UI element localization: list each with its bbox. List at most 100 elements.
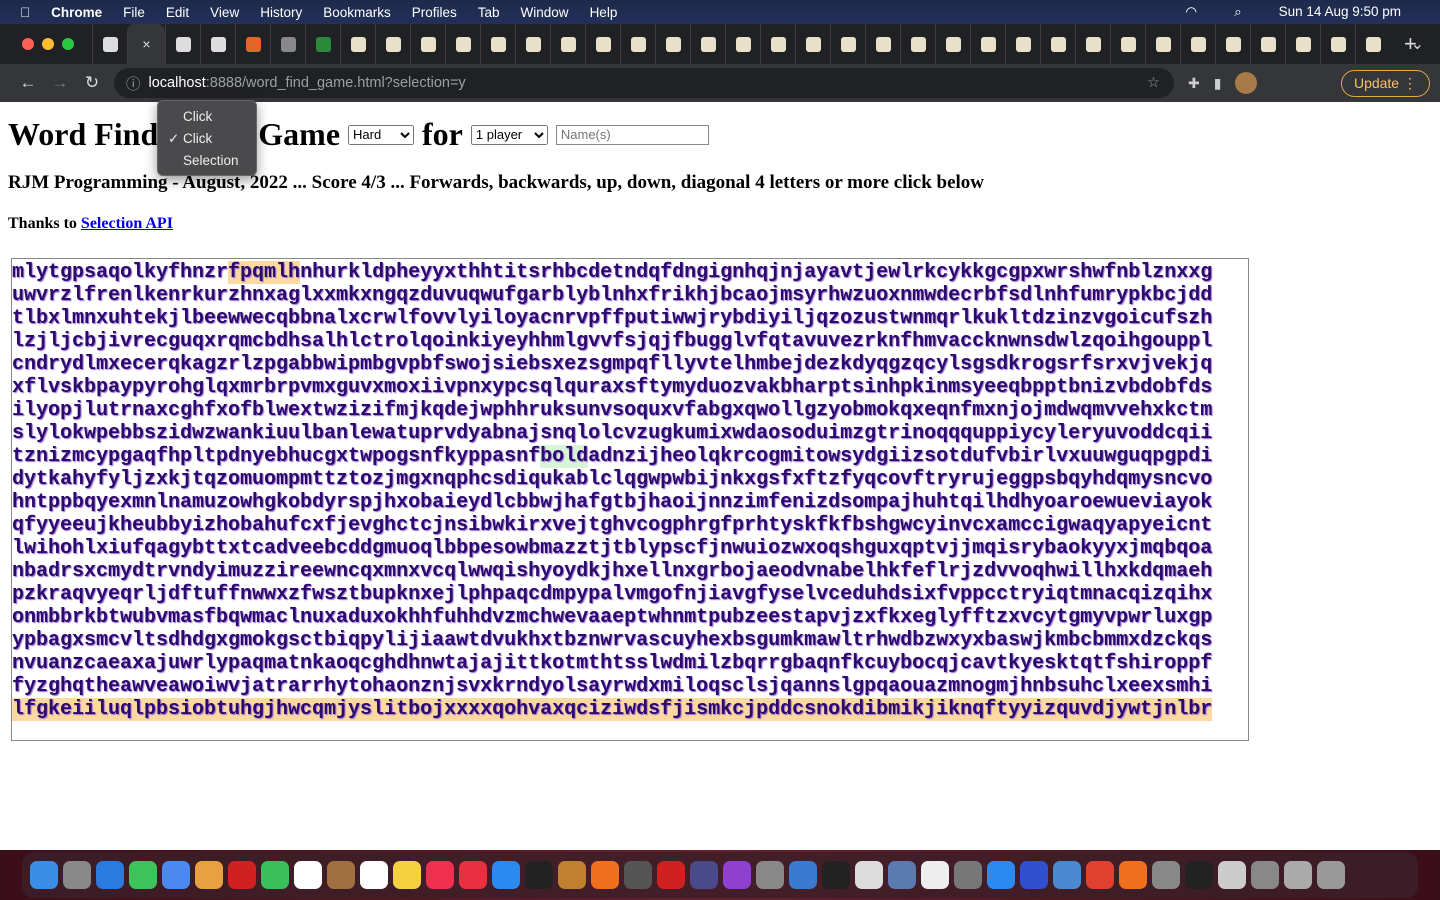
dock-app-icon[interactable] (756, 861, 784, 889)
dock-app-icon[interactable] (1053, 861, 1081, 889)
menu-view[interactable]: View (210, 5, 239, 20)
menu-history[interactable]: History (260, 5, 302, 20)
dock-app-icon[interactable] (228, 861, 256, 889)
minimize-window-button[interactable] (42, 38, 54, 50)
tab[interactable] (935, 24, 970, 64)
dock-app-icon[interactable] (591, 861, 619, 889)
bookmark-star-icon[interactable]: ☆ (1147, 75, 1160, 91)
menu-item-click-1[interactable]: Click (158, 106, 256, 128)
dock-app-icon[interactable] (1185, 861, 1213, 889)
tab[interactable] (375, 24, 410, 64)
grid-row[interactable]: qfyyeeujkheubbyizhobahufcxfjevghctcjnsib… (12, 514, 1248, 537)
dock-app-icon[interactable] (1119, 861, 1147, 889)
dock-app-icon[interactable] (855, 861, 883, 889)
grid-row[interactable]: tznizmcypgaqfhpltpdnyebhucgxtwpogsnfkypp… (12, 445, 1248, 468)
tab[interactable] (480, 24, 515, 64)
menu-item-selection[interactable]: Selection (158, 150, 256, 172)
side-panel-icon[interactable]: ▮ (1214, 75, 1222, 92)
grid-row[interactable]: onmbbrkbtwubvmasfbqwmaclnuxaduxokhhfuhhd… (12, 606, 1248, 629)
tab[interactable] (410, 24, 445, 64)
tab[interactable] (795, 24, 830, 64)
extensions-icon[interactable]: ✚ (1188, 75, 1200, 92)
tab[interactable] (690, 24, 725, 64)
grid-row[interactable]: lwihohlxiufqagybttxtcadveebcddgmuoqlbbpe… (12, 537, 1248, 560)
dock-app-icon[interactable] (360, 861, 388, 889)
dock-app-icon[interactable] (327, 861, 355, 889)
dock-app-icon[interactable] (888, 861, 916, 889)
grid-row[interactable]: slylokwpebbszidwzwankiuulbanlewatuprvdya… (12, 422, 1248, 445)
dock-app-icon[interactable] (558, 861, 586, 889)
menu-item-click-2[interactable]: ✓ Click (158, 128, 256, 150)
dock-app-icon[interactable] (30, 861, 58, 889)
tab[interactable] (970, 24, 1005, 64)
grid-row[interactable]: hntppbqyexmnlnamuzowhgkobdyrspjhxobaieyd… (12, 491, 1248, 514)
maximize-window-button[interactable] (62, 38, 74, 50)
grid-row[interactable]: uwvrzlfrenlkenrkurzhnxaglxxmkxngqzduvuqw… (12, 284, 1248, 307)
tab[interactable] (340, 24, 375, 64)
dock-app-icon[interactable] (822, 861, 850, 889)
dock-app-icon[interactable] (954, 861, 982, 889)
dock-app-icon[interactable] (624, 861, 652, 889)
dock-app-icon[interactable] (525, 861, 553, 889)
tab[interactable] (1145, 24, 1180, 64)
update-button[interactable]: Update ⋮ (1340, 69, 1430, 97)
dock-app-icon[interactable] (1086, 861, 1114, 889)
tab[interactable] (92, 24, 127, 64)
dock-app-icon[interactable] (261, 861, 289, 889)
grid-row[interactable]: ypbagxsmcvltsdhdgxgmokgsctbiqpylijiaawtd… (12, 629, 1248, 652)
reload-icon[interactable]: ↻ (76, 73, 108, 93)
grid-row[interactable]: xflvskbpaypyrohglqxmrbrpvmxguvxmoxiivpnx… (12, 376, 1248, 399)
dock-app-icon[interactable] (987, 861, 1015, 889)
dock-app-icon[interactable] (129, 861, 157, 889)
word-grid[interactable]: mlytgpsaqolkyfhnzrfpqmlhnhurkldpheyyxthh… (11, 258, 1249, 741)
tab[interactable] (270, 24, 305, 64)
tab[interactable] (1040, 24, 1075, 64)
menu-bookmarks[interactable]: Bookmarks (323, 5, 391, 20)
avatar[interactable] (1235, 72, 1258, 94)
tab[interactable] (760, 24, 795, 64)
tab[interactable] (900, 24, 935, 64)
menu-profiles[interactable]: Profiles (412, 5, 457, 20)
selection-api-link[interactable]: Selection API (81, 215, 173, 232)
menu-app-chrome[interactable]: Chrome (51, 5, 102, 20)
dock-app-icon[interactable] (1284, 861, 1312, 889)
menu-help[interactable]: Help (590, 5, 618, 20)
tab-search-chevron-icon[interactable]: ⌄ (1411, 34, 1424, 54)
info-icon[interactable]: ⓘ (126, 73, 141, 94)
tab[interactable] (550, 24, 585, 64)
tab[interactable] (655, 24, 690, 64)
tab[interactable] (1110, 24, 1145, 64)
dock-app-icon[interactable] (63, 861, 91, 889)
tab[interactable] (235, 24, 270, 64)
search-icon[interactable]: ⌕ (1234, 4, 1242, 20)
dock-app-icon[interactable] (1152, 861, 1180, 889)
dock-app-icon[interactable] (921, 861, 949, 889)
tab[interactable] (1180, 24, 1215, 64)
dock-app-icon[interactable] (294, 861, 322, 889)
tab[interactable] (1355, 24, 1390, 64)
tab[interactable] (445, 24, 480, 64)
dock-app-icon[interactable] (1218, 861, 1246, 889)
names-input[interactable] (555, 124, 709, 145)
tab[interactable] (1250, 24, 1285, 64)
grid-row[interactable]: cndrydlmxecerqkagzrlzpgabbwipmbgvpbfswoj… (12, 353, 1248, 376)
dock-app-icon[interactable] (195, 861, 223, 889)
grid-row[interactable]: tlbxlmnxuhtekjlbeewwecqbbnalxcrwlfovvlyi… (12, 307, 1248, 330)
grid-row[interactable]: ilyopjlutrnaxcghfxofblwextwzizifmjkqdejw… (12, 399, 1248, 422)
tab[interactable] (725, 24, 760, 64)
grid-row[interactable]: dytkahyfyljzxkjtqzomuompmttztozjmgxnqphc… (12, 468, 1248, 491)
forward-icon[interactable]: → (44, 73, 76, 93)
grid-row[interactable]: pzkraqvyeqrljdftuffnwwxzfwsztbupknxejlph… (12, 583, 1248, 606)
dock-app-icon[interactable] (789, 861, 817, 889)
dock-app-icon[interactable] (162, 861, 190, 889)
tab[interactable] (830, 24, 865, 64)
dock-app-icon[interactable] (690, 861, 718, 889)
tab[interactable] (865, 24, 900, 64)
grid-row[interactable]: lfgkeiiluqlpbsiobtuhgjhwcqmjyslitbojxxxx… (12, 698, 1248, 721)
grid-row[interactable]: nvuanzcaeaxajuwrlypaqmatnkaoqcghdhnwtaja… (12, 652, 1248, 675)
players-select[interactable]: 1 player (470, 124, 548, 145)
back-icon[interactable]: ← (12, 73, 44, 93)
dock-app-icon[interactable] (1251, 861, 1279, 889)
tab-active[interactable]: × (127, 24, 165, 64)
menu-window[interactable]: Window (521, 5, 569, 20)
